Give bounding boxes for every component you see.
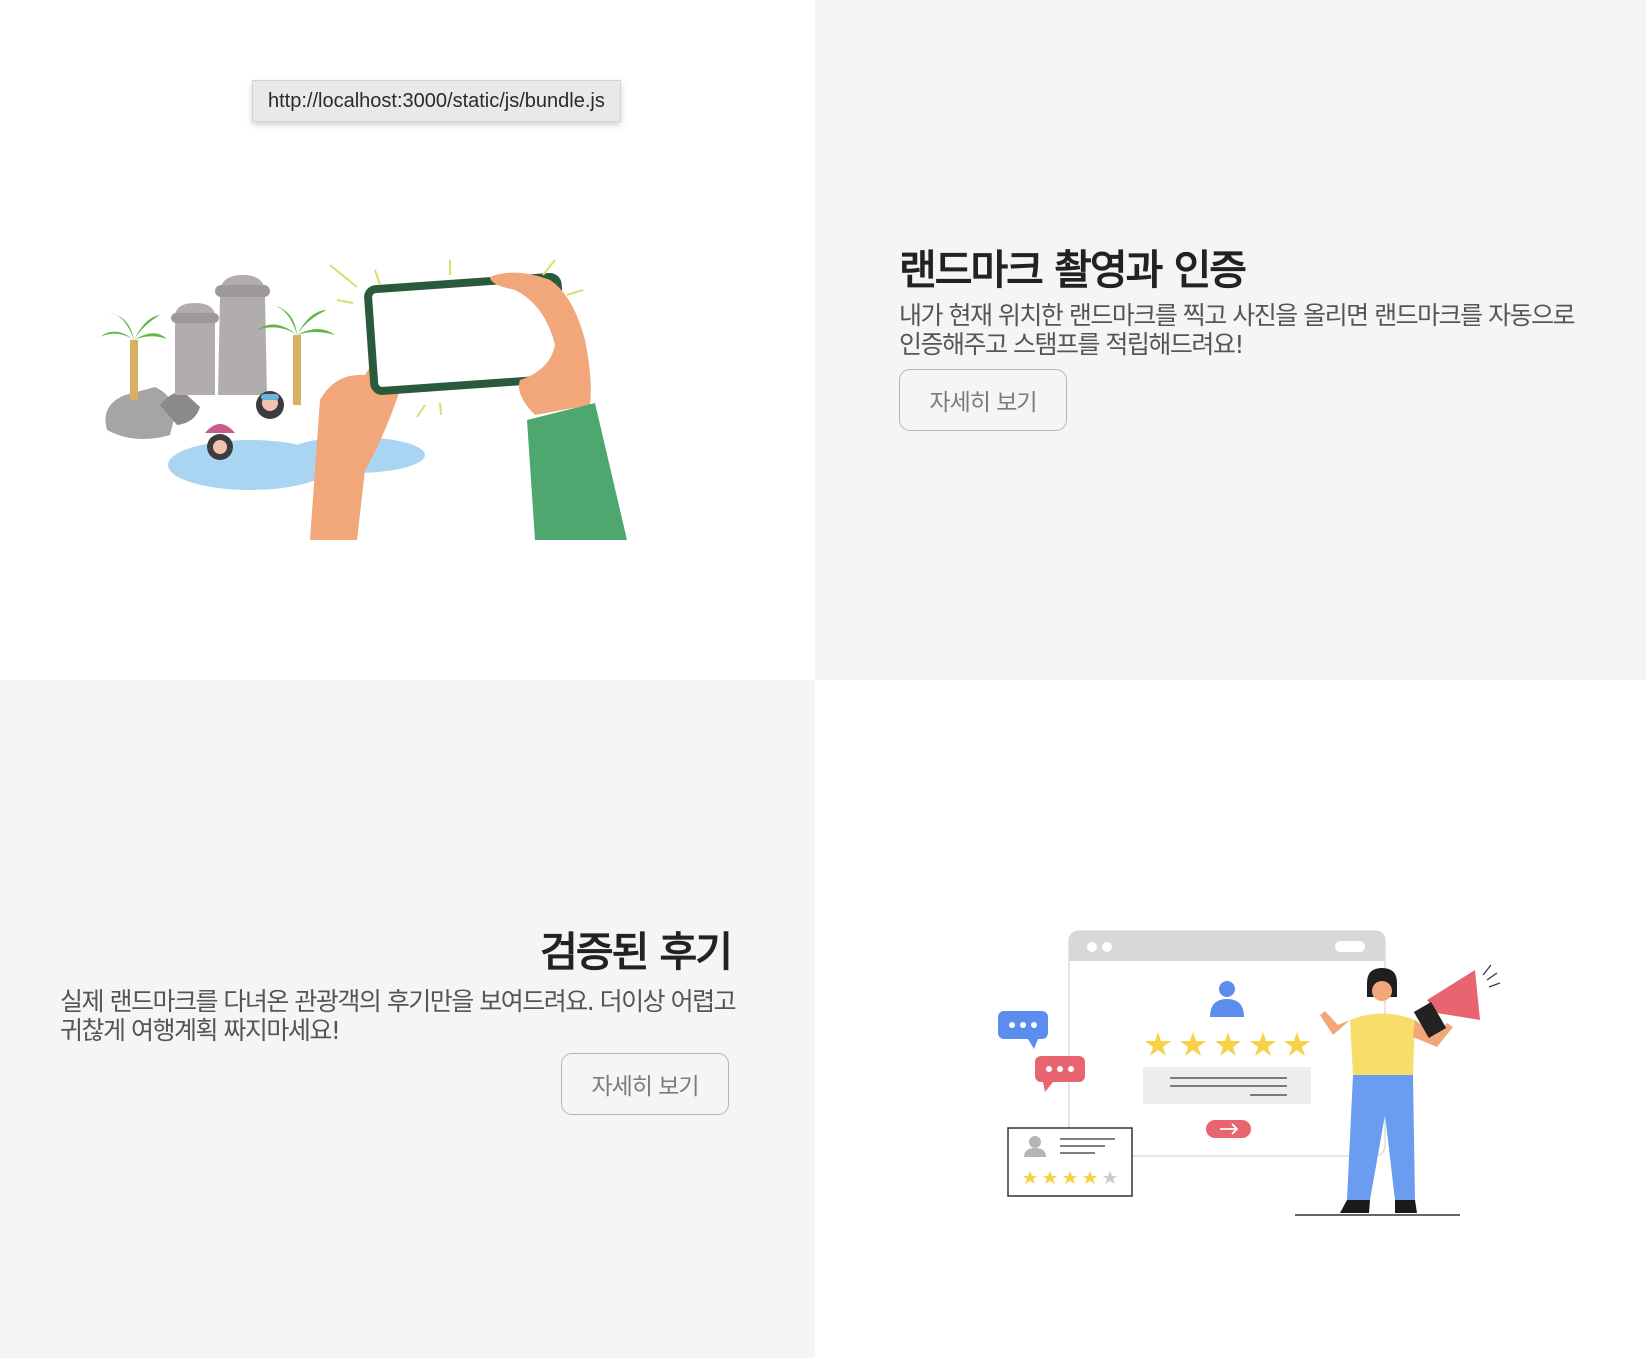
reviews-details-button[interactable]: 자세히 보기 (561, 1053, 729, 1115)
reviews-section: 검증된 후기 실제 랜드마크를 다녀온 관광객의 후기만을 보여드려요. 더이상… (0, 680, 815, 1358)
section-description: 내가 현재 위치한 랜드마크를 찍고 사진을 올리면 랜드마크를 자동으로 인증… (899, 301, 1576, 359)
reviews-megaphone-illustration (998, 930, 1500, 1216)
landmark-details-button[interactable]: 자세히 보기 (899, 369, 1067, 431)
landmark-photo-illustration (100, 259, 627, 540)
section-description: 실제 랜드마크를 다녀온 관광객의 후기만을 보여드려요. 더이상 어렵고 귀찮… (60, 987, 737, 1045)
landmark-section: 랜드마크 촬영과 인증 내가 현재 위치한 랜드마크를 찍고 사진을 올리면 랜… (815, 0, 1646, 680)
url-tooltip: http://localhost:3000/static/js/bundle.j… (252, 80, 621, 122)
section-title: 검증된 후기 (540, 928, 733, 976)
landmark-illustration-panel: http://localhost:3000/static/js/bundle.j… (0, 0, 815, 680)
reviews-illustration-panel (815, 680, 1646, 1358)
section-title: 랜드마크 촬영과 인증 (899, 246, 1247, 294)
